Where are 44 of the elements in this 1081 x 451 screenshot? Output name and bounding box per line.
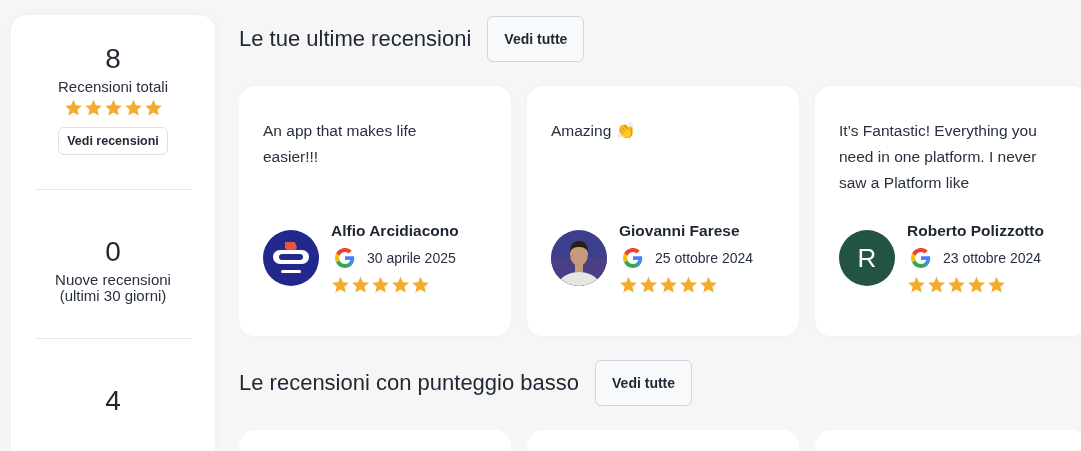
star-icon (351, 276, 370, 294)
stat-label: Recensioni totali (57, 79, 169, 95)
review-date: 30 aprile 2025 (367, 250, 456, 266)
star-icon (947, 276, 966, 294)
stat-value: 4 (105, 385, 121, 417)
star-icon (679, 276, 698, 294)
star-icon (907, 276, 926, 294)
star-icon (143, 99, 163, 117)
google-icon (623, 248, 643, 268)
star-icon (63, 99, 83, 117)
google-icon (335, 248, 355, 268)
star-icon (83, 99, 103, 117)
star-icon (331, 276, 350, 294)
section-title: Le tue ultime recensioni (239, 26, 472, 52)
star-icon (123, 99, 143, 117)
google-icon (911, 248, 931, 268)
stat-value: 8 (105, 43, 121, 75)
review-text: An app that makes life easier!!! (263, 121, 418, 167)
star-icon (659, 276, 678, 294)
star-icon (639, 276, 658, 294)
star-icon (619, 276, 638, 294)
star-icon (411, 276, 430, 294)
star-icon (391, 276, 410, 294)
section-title: Le recensioni con punteggio basso (239, 370, 580, 396)
reviewer-name: Giovanni Farese (619, 222, 741, 240)
review-date: 25 ottobre 2024 (655, 250, 754, 266)
view-reviews-button[interactable]: Vedi recensioni (58, 127, 168, 155)
star-icon (987, 276, 1006, 294)
view-all-button[interactable]: Vedi tutte (487, 16, 585, 62)
reviewer-name: Alfio Arcidiacono (331, 222, 459, 240)
star-icon (371, 276, 390, 294)
avatar: R (839, 230, 895, 286)
stat-value: 0 (105, 236, 121, 268)
review-text: It’s Fantastic! Everything you need in one platform. I never saw a Platform like (839, 121, 1038, 193)
stat-label: Nuove recensioni (ultimi 30 giorni) (54, 272, 172, 304)
view-all-button[interactable]: Vedi tutte (595, 360, 693, 406)
reviewer-name: Roberto Polizzotto (907, 222, 1044, 240)
review-date: 23 ottobre 2024 (943, 250, 1042, 266)
star-icon (967, 276, 986, 294)
star-icon (927, 276, 946, 294)
star-icon (103, 99, 123, 117)
star-icon (699, 276, 718, 294)
review-text: Amazing 👏 (551, 121, 636, 141)
company-logo (263, 230, 319, 286)
